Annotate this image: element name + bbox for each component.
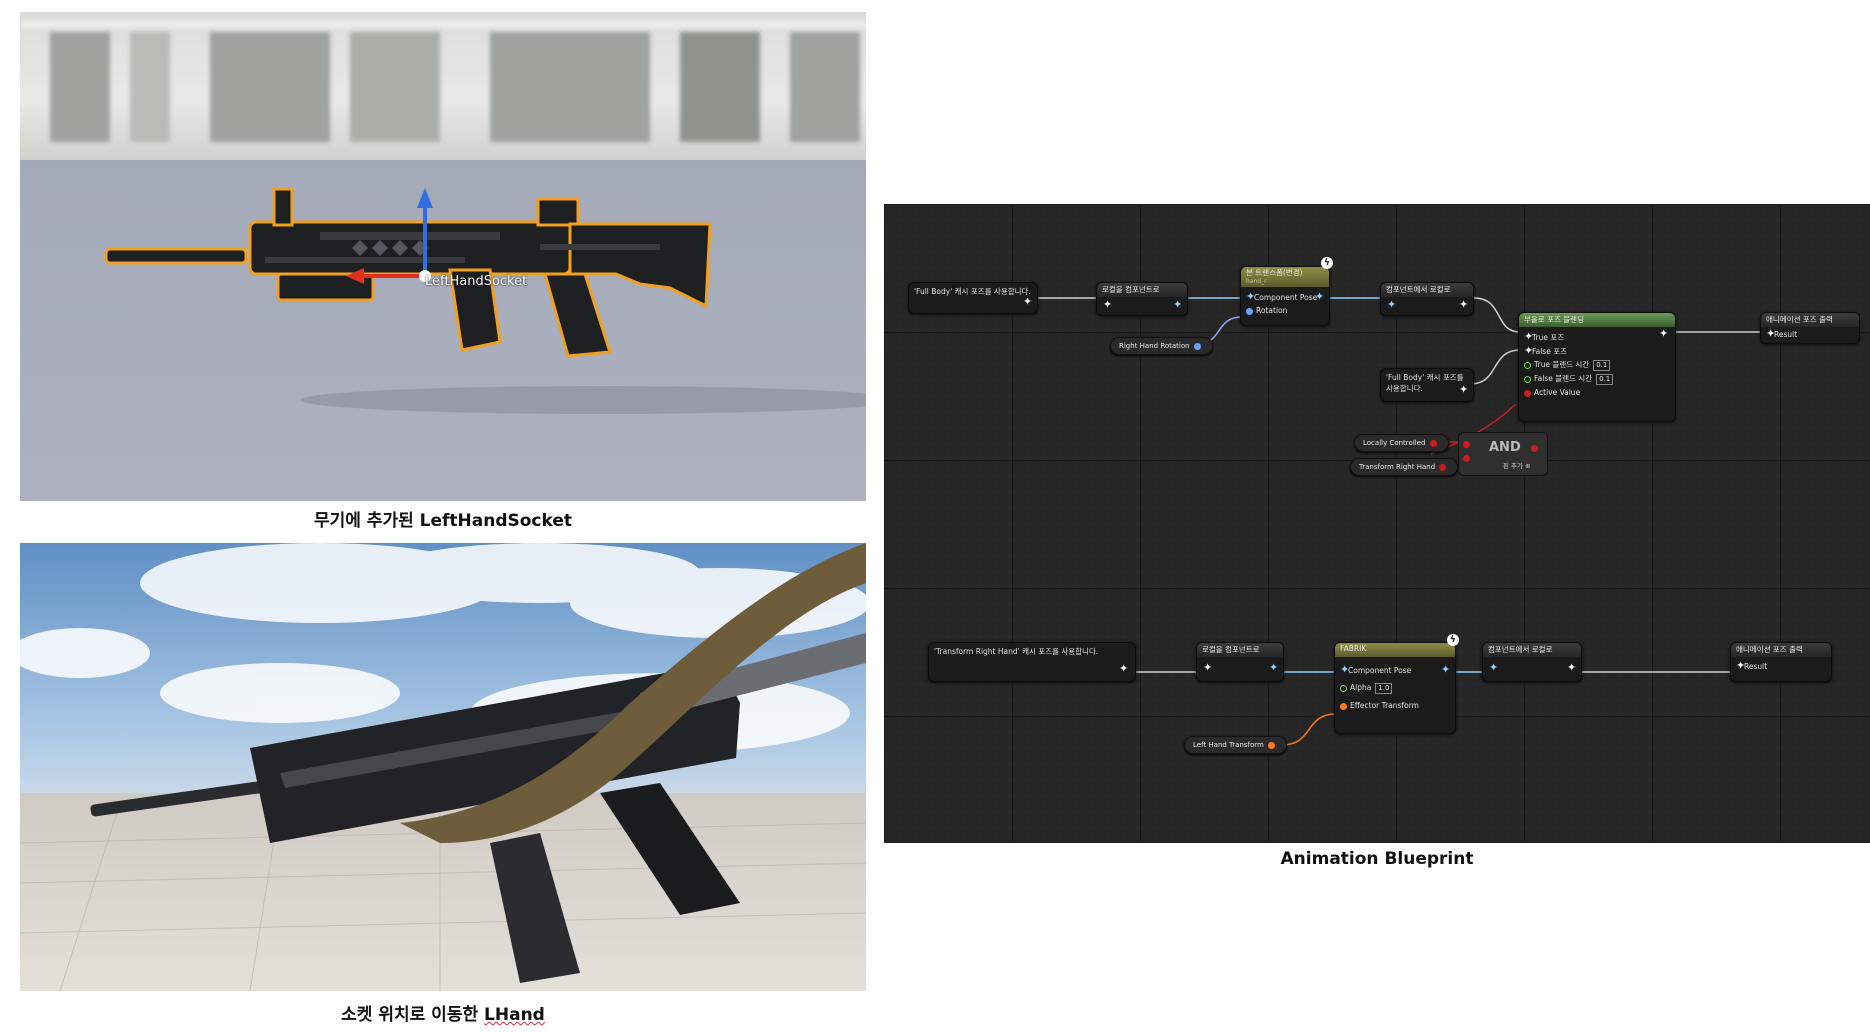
result-pin[interactable]: ✦ xyxy=(1766,327,1775,341)
socket-label: LeftHandSocket xyxy=(425,274,528,289)
pose-out-pin[interactable]: ✦ xyxy=(1315,290,1324,303)
pose-out-pin[interactable]: ✦ xyxy=(1659,327,1668,340)
node-local-to-component[interactable]: 로컬을 컴포넌트로 ✦ ✦ xyxy=(1096,282,1188,316)
pose-in-pin[interactable]: ✦ xyxy=(1246,290,1255,304)
node-component-to-local-2[interactable]: 컴포넌트에서 로컬로 ✦ ✦ xyxy=(1482,642,1582,682)
pose-out-pin[interactable]: ✦ xyxy=(1459,383,1468,396)
add-pin-button[interactable]: 핀 추가 ⊕ xyxy=(1503,460,1531,470)
pose-in-pin[interactable]: ✦ xyxy=(1203,661,1212,674)
pose-out-pin[interactable]: ✦ xyxy=(1441,663,1450,676)
caption-socket-name: LeftHandSocket xyxy=(419,511,573,531)
alpha-field[interactable]: 1.0 xyxy=(1375,683,1393,694)
effector-transform-pin[interactable] xyxy=(1340,702,1347,710)
pose-out-pin[interactable]: ✦ xyxy=(1119,662,1128,675)
pose-in-pin[interactable]: ✦ xyxy=(1103,298,1112,311)
pose-out-pin[interactable]: ✦ xyxy=(1023,295,1032,308)
node-transform-modify-bone[interactable]: 본 트랜스폼(변경) hand_r ✦Component Pose Rotati… xyxy=(1240,266,1330,326)
pose-in-pin[interactable]: ✦ xyxy=(1387,298,1396,311)
weapon-socket-viewport[interactable]: LeftHandSocket xyxy=(20,12,866,501)
pose-in-pin[interactable]: ✦ xyxy=(1340,663,1349,677)
true-pose-pin[interactable]: ✦ xyxy=(1524,330,1533,344)
result-pin[interactable]: ✦ xyxy=(1736,659,1745,673)
false-blend-time-field[interactable]: 0.1 xyxy=(1596,374,1614,385)
true-blend-time-field[interactable]: 0.1 xyxy=(1593,360,1611,371)
caption-socket: 무기에 추가된 LeftHandSocket xyxy=(313,511,573,531)
pose-in-pin[interactable]: ✦ xyxy=(1489,661,1498,674)
node-use-cached-transform-right-hand[interactable]: 'Transform Right Hand' 캐시 포즈를 사용합니다. ✦ xyxy=(928,642,1136,682)
var-locally-controlled[interactable]: Locally Controlled xyxy=(1354,434,1449,452)
caption-lhand-name: LHand xyxy=(484,1005,545,1025)
hand-ik-viewport[interactable] xyxy=(20,543,866,991)
pose-out-pin[interactable]: ✦ xyxy=(1269,661,1278,674)
rotation-pin[interactable] xyxy=(1246,307,1253,315)
rifle-model[interactable] xyxy=(20,12,866,501)
blueprint-graph[interactable]: 'Full Body' 캐시 포즈를 사용합니다. ✦ 로컬을 컴포넌트로 ✦ … xyxy=(884,204,1870,843)
pose-out-pin[interactable]: ✦ xyxy=(1567,661,1576,674)
pose-out-pin[interactable]: ✦ xyxy=(1459,298,1468,311)
node-use-cached-fullbody-2[interactable]: 'Full Body' 캐시 포즈를 사용합니다. ✦ xyxy=(1380,368,1474,402)
active-value-pin[interactable] xyxy=(1524,389,1531,397)
node-and[interactable]: AND 핀 추가 ⊕ xyxy=(1458,432,1548,476)
node-blend-poses-by-bool[interactable]: 부울로 포즈 블렌딩 ✦True 포즈 ✦False 포즈 True 블렌드 시… xyxy=(1518,312,1676,422)
var-transform-right-hand[interactable]: Transform Right Hand xyxy=(1350,458,1459,476)
node-use-cached-fullbody[interactable]: 'Full Body' 캐시 포즈를 사용합니다. ✦ xyxy=(908,282,1038,314)
rifle-with-hand[interactable] xyxy=(20,543,866,991)
false-pose-pin[interactable]: ✦ xyxy=(1524,344,1533,358)
node-component-to-local[interactable]: 컴포넌트에서 로컬로 ✦ ✦ xyxy=(1380,282,1474,316)
node-fabrik[interactable]: FABRIK ✦Component Pose Alpha 1.0 Effector… xyxy=(1334,642,1456,734)
caption-lhand: 소켓 위치로 이동한 LHand xyxy=(341,1005,545,1025)
var-right-hand-rotation[interactable]: Right Hand Rotation xyxy=(1110,337,1213,355)
caption-blueprint: Animation Blueprint xyxy=(1280,849,1474,869)
fast-path-icon: ϟ xyxy=(1321,257,1333,269)
node-output-pose-2[interactable]: 애니메이션 포즈 출력 ✦Result xyxy=(1730,642,1832,682)
pose-out-pin[interactable]: ✦ xyxy=(1173,298,1182,311)
node-output-pose[interactable]: 애니메이션 포즈 출력 ✦Result xyxy=(1760,312,1860,344)
var-left-hand-transform[interactable]: Left Hand Transform xyxy=(1184,736,1288,754)
node-local-to-component-2[interactable]: 로컬을 컴포넌트로 ✦ ✦ xyxy=(1196,642,1284,682)
fast-path-icon: ϟ xyxy=(1447,634,1459,646)
